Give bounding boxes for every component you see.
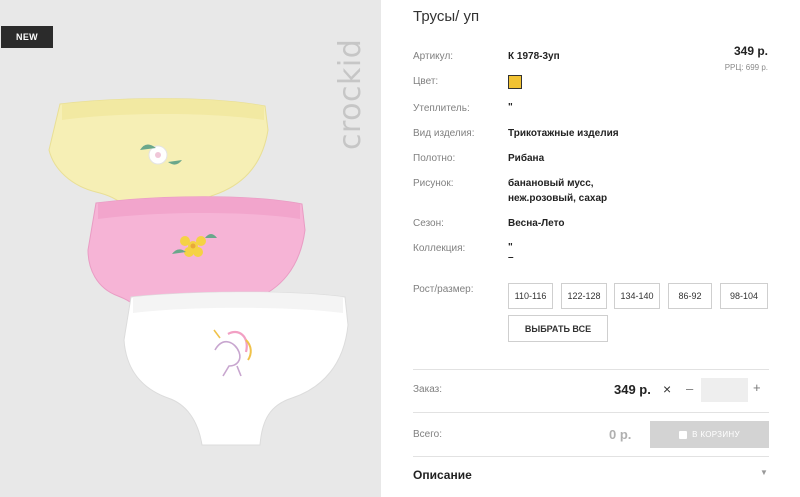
product-type-label: Вид изделия: bbox=[413, 128, 475, 139]
insulation-label: Утеплитель: bbox=[413, 103, 470, 114]
collection-value-line2: – bbox=[508, 252, 514, 263]
quantity-input[interactable] bbox=[701, 378, 748, 402]
insulation-value: " bbox=[508, 102, 513, 113]
order-label: Заказ: bbox=[413, 384, 443, 395]
panties-illustration bbox=[48, 98, 349, 446]
divider bbox=[413, 456, 769, 457]
divider bbox=[413, 412, 769, 413]
product-title: Трусы/ уп bbox=[413, 8, 480, 25]
color-label: Цвет: bbox=[413, 76, 439, 87]
pattern-value-line2: неж.розовый, сахар bbox=[508, 193, 608, 204]
collection-label: Коллекция: bbox=[413, 243, 466, 254]
color-swatch[interactable] bbox=[508, 75, 522, 89]
new-badge: NEW bbox=[1, 26, 53, 48]
brand-watermark: crockid bbox=[333, 38, 368, 150]
clear-order-button[interactable]: × bbox=[663, 381, 671, 397]
product-photo[interactable]: NEW crockid bbox=[0, 0, 381, 497]
total-label: Всего: bbox=[413, 429, 442, 440]
quantity-increase-button[interactable]: + bbox=[753, 380, 761, 395]
pattern-value-line1: банановый мусс, bbox=[508, 178, 594, 189]
cart-icon bbox=[679, 430, 688, 439]
chevron-down-icon[interactable]: ▼ bbox=[760, 468, 768, 477]
article-value: К 1978-3уп bbox=[508, 51, 560, 62]
select-all-sizes-button[interactable]: ВЫБРАТЬ ВСЕ bbox=[508, 315, 608, 342]
total-value: 0 р. bbox=[609, 427, 632, 442]
fabric-label: Полотно: bbox=[413, 153, 456, 164]
quantity-decrease-button[interactable]: – bbox=[686, 381, 693, 396]
season-label: Сезон: bbox=[413, 218, 444, 229]
product-price: 349 р. bbox=[733, 44, 768, 58]
add-to-cart-button[interactable]: В КОРЗИНУ bbox=[650, 421, 769, 448]
size-option[interactable]: 134-140 bbox=[614, 283, 660, 309]
description-toggle[interactable]: Описание bbox=[413, 468, 472, 482]
order-price: 349 р. bbox=[614, 382, 651, 397]
fabric-value: Рибана bbox=[508, 153, 545, 164]
article-label: Артикул: bbox=[413, 51, 454, 62]
pattern-label: Рисунок: bbox=[413, 178, 454, 189]
size-option[interactable]: 98-104 bbox=[720, 283, 768, 309]
size-option[interactable]: 86-92 bbox=[668, 283, 712, 309]
divider bbox=[413, 369, 769, 370]
product-type-value: Трикотажные изделия bbox=[508, 128, 619, 139]
season-value: Весна-Лето bbox=[508, 218, 565, 229]
add-to-cart-label: В КОРЗИНУ bbox=[692, 430, 740, 439]
size-label: Рост/размер: bbox=[413, 284, 474, 295]
size-option[interactable]: 122-128 bbox=[561, 283, 607, 309]
recommended-price: РРЦ: 699 р. bbox=[724, 63, 768, 72]
size-option[interactable]: 110-116 bbox=[508, 283, 553, 309]
white-panties bbox=[123, 291, 349, 446]
